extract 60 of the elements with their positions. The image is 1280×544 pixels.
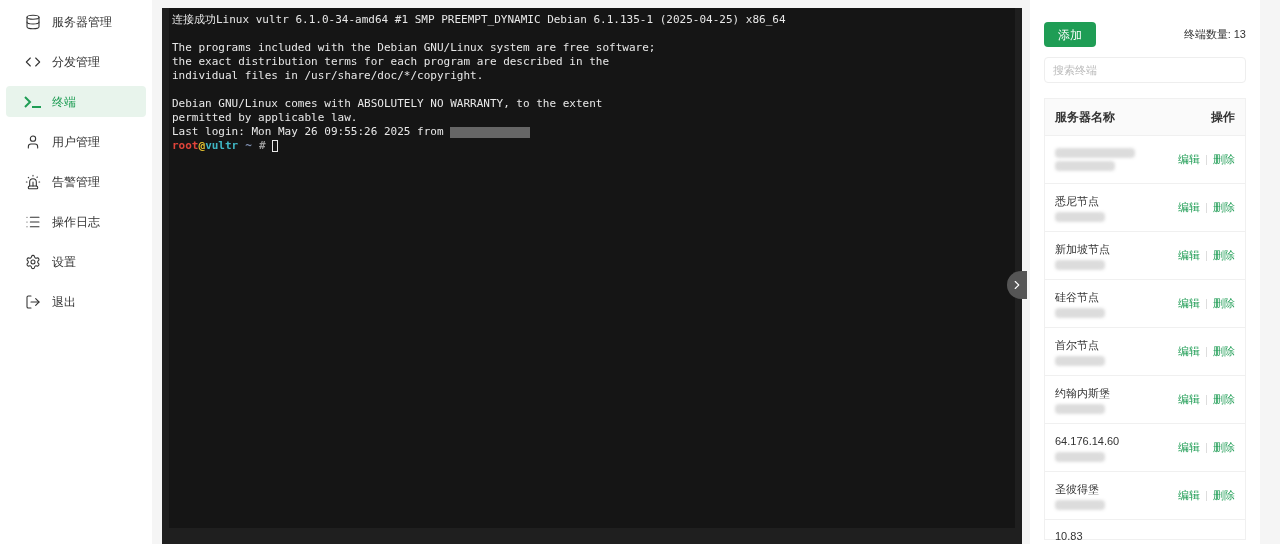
edit-link[interactable]: 编辑 xyxy=(1178,199,1200,216)
edit-link[interactable]: 编辑 xyxy=(1178,295,1200,312)
delete-link[interactable]: 删除 xyxy=(1213,439,1235,456)
terminal-line: permitted by applicable law. xyxy=(172,111,358,125)
sidebar-item[interactable]: 用户管理 xyxy=(6,126,146,157)
sidebar-item[interactable]: 分发管理 xyxy=(6,46,146,77)
search-field[interactable]: 搜索终端 xyxy=(1044,57,1246,83)
blurred-text xyxy=(1055,404,1105,415)
terminal-count: 终端数量: 13 xyxy=(1183,27,1246,43)
terminal-line: Last login: Mon May 26 09:55:26 2025 from xyxy=(172,125,444,139)
delete-link[interactable]: 删除 xyxy=(1213,343,1235,360)
sidebar-item[interactable]: 服务器管理 xyxy=(6,6,146,37)
delete-link[interactable]: 删除 xyxy=(1213,295,1235,312)
add-button[interactable]: 添加 xyxy=(1044,22,1096,47)
server-name: 约翰内斯堡 xyxy=(1055,385,1110,401)
server-name: 圣彼得堡 xyxy=(1055,481,1100,497)
terminal-icon xyxy=(24,95,42,108)
logout-icon xyxy=(25,293,41,310)
alarm-icon xyxy=(25,173,41,190)
delete-link[interactable]: 删除 xyxy=(1213,151,1235,168)
blurred-text xyxy=(1055,356,1105,367)
blurred-text xyxy=(1055,260,1105,271)
blurred-text xyxy=(1055,308,1105,319)
edit-link[interactable]: 编辑 xyxy=(1178,439,1200,456)
column-header: 服务器名称 xyxy=(1055,109,1115,126)
terminal-line: individual files in /usr/share/doc/*/copyright. xyxy=(172,69,484,83)
server-name: 64.176.14.60 xyxy=(1055,433,1120,449)
server-name: 悉尼节点 xyxy=(1055,193,1100,209)
server-name: 新加坡节点 xyxy=(1055,241,1110,257)
server-name: 首尔节点 xyxy=(1055,337,1100,353)
blurred-text xyxy=(1055,212,1105,223)
delete-link[interactable]: 删除 xyxy=(1213,391,1235,408)
blurred-text xyxy=(1055,500,1105,511)
edit-link[interactable]: 编辑 xyxy=(1178,343,1200,360)
server-name: 硅谷节点 xyxy=(1055,289,1100,305)
terminal-line: 连接成功Linux vultr 6.1.0-34-amd64 #1 SMP PREEMPT_DYNAMIC Debian 6.1.135-1 (2025-04-25) x86_64 xyxy=(172,13,786,27)
blurred-text xyxy=(1055,161,1115,171)
delete-link[interactable]: 删除 xyxy=(1213,487,1235,504)
column-header: 操作 xyxy=(1211,109,1235,126)
delete-link[interactable]: 删除 xyxy=(1213,247,1235,264)
sidebar-item[interactable]: 设置 xyxy=(6,246,146,277)
terminal-line: The programs included with the Debian GNU/Linux system are free software; xyxy=(172,41,656,55)
terminal-line: the exact distribution terms for each program are described in the xyxy=(172,55,610,69)
terminal-prompt: root@vultr ~ # xyxy=(172,139,266,153)
user-icon xyxy=(25,133,41,150)
edit-link[interactable]: 编辑 xyxy=(1178,247,1200,264)
terminal-line: Debian GNU/Linux comes with ABSOLUTELY NO WARRANTY, to the extent xyxy=(172,97,603,111)
sidebar-item[interactable]: 操作日志 xyxy=(6,206,146,237)
database-icon xyxy=(25,13,41,30)
delete-link[interactable]: 删除 xyxy=(1213,199,1235,216)
edit-link[interactable]: 编辑 xyxy=(1178,487,1200,504)
sidebar-item[interactable]: 终端 xyxy=(6,86,146,117)
sidebar-item[interactable]: 告警管理 xyxy=(6,166,146,197)
edit-link[interactable]: 编辑 xyxy=(1178,391,1200,408)
cursor-icon xyxy=(271,140,278,152)
edit-link[interactable]: 编辑 xyxy=(1178,151,1200,168)
blurred-text xyxy=(1055,452,1105,463)
sidebar-item[interactable]: 退出 xyxy=(6,286,146,317)
settings-icon xyxy=(25,253,41,270)
server-name: 10.83 xyxy=(1055,530,1083,542)
